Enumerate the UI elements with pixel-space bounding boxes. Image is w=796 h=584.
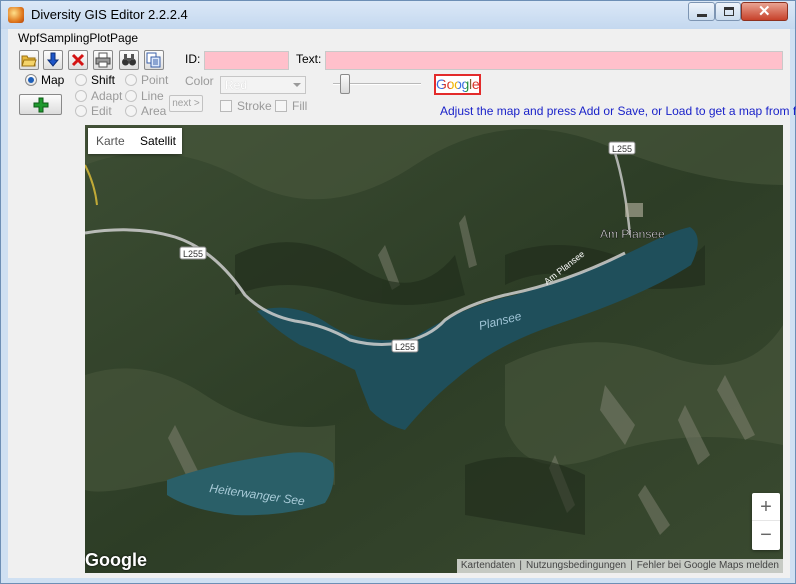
close-icon: ✕ <box>758 3 771 20</box>
color-select-value: Red <box>225 78 248 92</box>
tab-karte[interactable]: Karte <box>88 128 133 154</box>
plus-icon <box>33 97 49 113</box>
google-button-label: Google <box>436 76 480 92</box>
radio-adapt[interactable] <box>75 90 87 102</box>
attribution-kartendaten[interactable]: Kartendaten <box>457 560 520 571</box>
print-icon <box>95 52 111 68</box>
map-label-l255-west: L255 <box>183 249 203 259</box>
radio-area-label: Area <box>141 104 167 118</box>
maximize-button[interactable] <box>715 2 741 21</box>
zoom-in-button[interactable]: + <box>752 493 780 521</box>
app-window: Diversity GIS Editor 2.2.2.4 ✕ WpfSampli… <box>0 0 796 584</box>
radio-line[interactable] <box>125 90 137 102</box>
map-type-tabs: Karte Satellit <box>88 128 182 154</box>
open-button[interactable] <box>19 50 39 70</box>
radio-shift-label: Shift <box>91 73 116 87</box>
google-logo: Google <box>85 550 147 570</box>
radio-shift[interactable] <box>75 74 87 86</box>
open-folder-icon <box>21 55 37 67</box>
app-icon <box>8 7 24 23</box>
fill-checkbox[interactable] <box>275 100 287 112</box>
radio-line-label: Line <box>141 89 164 103</box>
radio-map[interactable] <box>25 74 37 86</box>
stroke-checkbox[interactable] <box>220 100 232 112</box>
opacity-slider-thumb[interactable] <box>340 74 350 94</box>
fill-label: Fill <box>292 99 308 113</box>
copy-button[interactable] <box>144 50 164 70</box>
satellite-map: L255 L255 L255 Am Plansee Am Plansee Pla… <box>85 125 783 573</box>
radio-edit[interactable] <box>75 105 87 117</box>
attribution-nutzungsbedingungen[interactable]: Nutzungsbedingungen <box>522 560 630 571</box>
map-label-am-plansee: Am Plansee <box>600 227 665 241</box>
delete-icon <box>71 53 85 67</box>
binoculars-icon <box>122 54 136 66</box>
title-bar: Diversity GIS Editor 2.2.2.4 ✕ <box>1 1 795 29</box>
tab-satellit[interactable]: Satellit <box>132 128 184 154</box>
next-button[interactable]: next > <box>169 95 203 112</box>
radio-point-label: Point <box>141 73 169 87</box>
page-label: WpfSamplingPlotPage <box>18 31 139 45</box>
minimize-icon <box>697 14 707 17</box>
window-title: Diversity GIS Editor 2.2.2.4 <box>31 7 188 22</box>
zoom-out-button[interactable]: − <box>752 521 780 549</box>
map-label-l255-north: L255 <box>612 144 632 154</box>
google-button[interactable]: Google <box>434 74 481 95</box>
stroke-label: Stroke <box>237 99 272 113</box>
binoculars-button[interactable] <box>119 50 139 70</box>
download-icon <box>46 52 60 67</box>
instruction-hint: Adjust the map and press Add or Save, or… <box>440 104 796 118</box>
close-button[interactable]: ✕ <box>741 2 788 21</box>
radio-map-label: Map <box>41 73 65 87</box>
radio-adapt-label: Adapt <box>91 89 123 103</box>
copy-icon <box>146 52 161 68</box>
delete-button[interactable] <box>68 50 88 70</box>
text-label: Text: <box>296 52 322 66</box>
print-button[interactable] <box>93 50 113 70</box>
minimize-button[interactable] <box>688 2 715 21</box>
attribution-fehler-melden[interactable]: Fehler bei Google Maps melden <box>633 560 783 571</box>
zoom-control: + − <box>752 493 780 550</box>
map-view[interactable]: L255 L255 L255 Am Plansee Am Plansee Pla… <box>85 125 783 573</box>
color-label: Color <box>185 74 214 88</box>
radio-area[interactable] <box>125 105 137 117</box>
text-input[interactable] <box>325 51 783 70</box>
map-label-l255-south: L255 <box>395 342 415 352</box>
map-attribution: Kartendaten | Nutzungsbedingungen | Fehler b… <box>456 559 783 573</box>
add-button[interactable] <box>19 94 62 115</box>
id-input[interactable] <box>204 51 289 70</box>
client-area: WpfSamplingPlotPage ID: Text: Map Shift <box>8 29 796 578</box>
download-button[interactable] <box>43 50 63 70</box>
chevron-down-icon <box>293 83 301 87</box>
radio-edit-label: Edit <box>91 104 112 118</box>
maximize-icon <box>724 7 734 16</box>
radio-point[interactable] <box>125 74 137 86</box>
color-select[interactable]: Red <box>220 76 306 94</box>
id-label: ID: <box>185 52 201 66</box>
